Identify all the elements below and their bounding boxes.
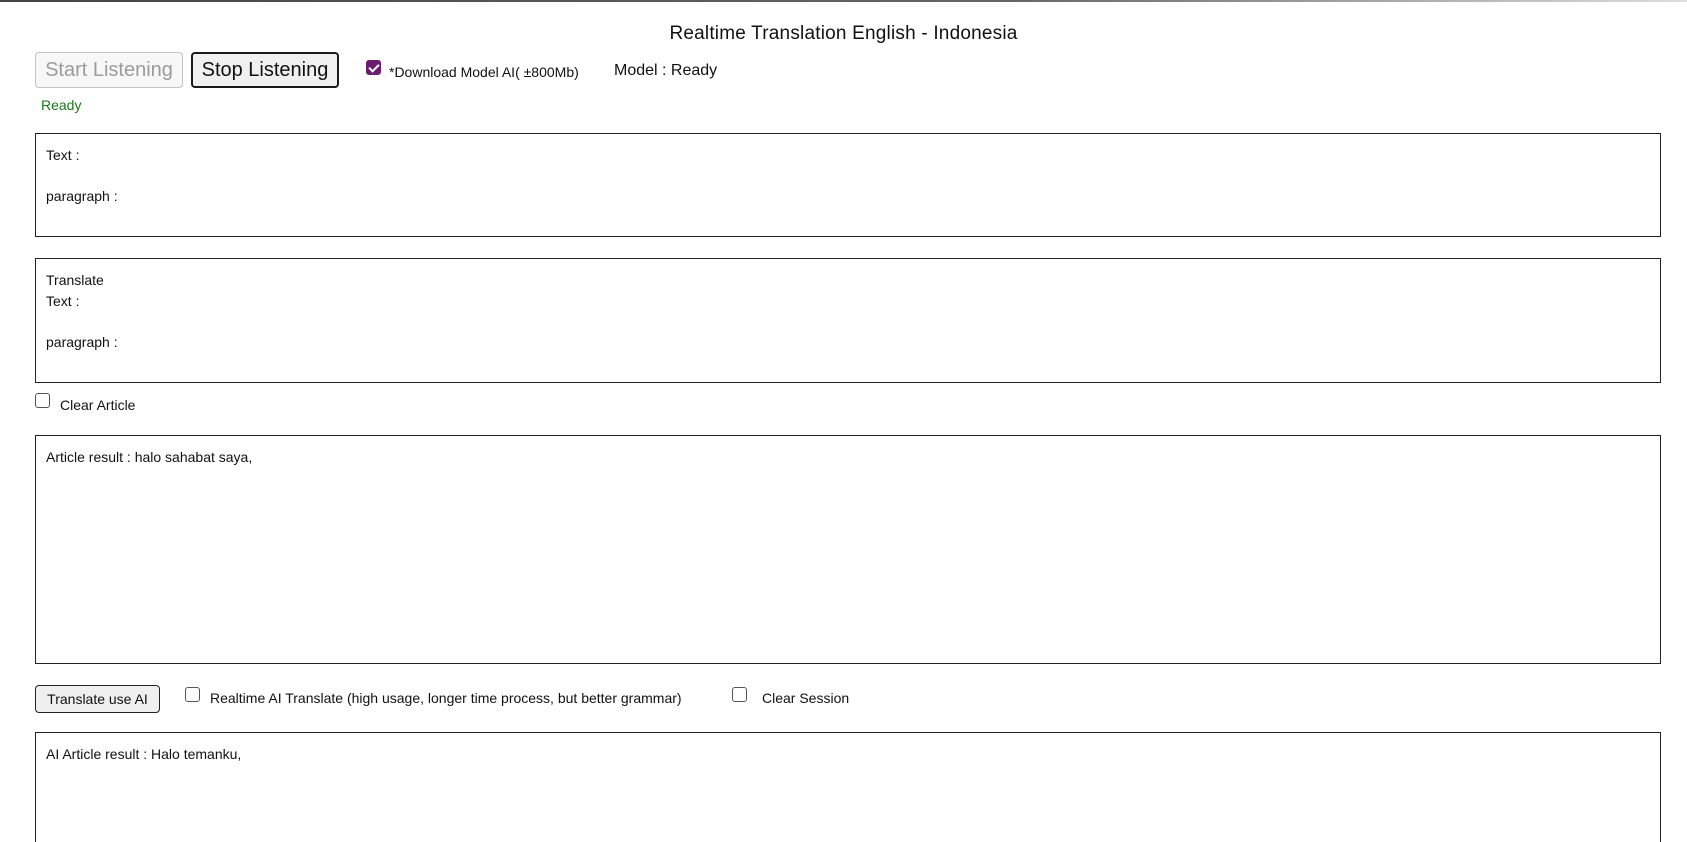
text-output-box: Text : paragraph :: [35, 133, 1661, 237]
top-border: [0, 0, 1687, 2]
translate-text-label: Text :: [46, 293, 80, 309]
realtime-ai-translate-checkbox[interactable]: [185, 687, 200, 702]
stop-listening-button[interactable]: Stop Listening: [191, 52, 339, 88]
translate-use-ai-button[interactable]: Translate use AI: [35, 685, 160, 713]
article-result-text: Article result : halo sahabat saya,: [46, 449, 253, 465]
download-model-checkbox[interactable]: [366, 60, 381, 75]
page-title: Realtime Translation English - Indonesia: [669, 23, 1018, 44]
article-result-box: Article result : halo sahabat saya,: [35, 435, 1661, 664]
model-status: Model : Ready: [614, 62, 718, 79]
clear-session-checkbox[interactable]: [732, 687, 747, 702]
clear-article-label: Clear Article: [60, 397, 136, 413]
realtime-ai-translate-label: Realtime AI Translate (high usage, longe…: [210, 690, 682, 706]
translate-paragraph-label: paragraph :: [46, 334, 118, 350]
translate-heading: Translate: [46, 272, 104, 288]
start-listening-button[interactable]: Start Listening: [35, 52, 183, 88]
ai-article-result-box: AI Article result : Halo temanku,: [35, 732, 1661, 842]
download-model-label: *Download Model AI( ±800Mb): [389, 64, 579, 80]
clear-session-label: Clear Session: [762, 690, 850, 706]
text-label: Text :: [46, 147, 80, 163]
listening-status: Ready: [41, 97, 82, 113]
paragraph-label: paragraph :: [46, 188, 118, 204]
clear-article-checkbox[interactable]: [35, 393, 50, 408]
ai-article-result-text: AI Article result : Halo temanku,: [46, 746, 242, 762]
translate-output-box: Translate Text : paragraph :: [35, 258, 1661, 383]
